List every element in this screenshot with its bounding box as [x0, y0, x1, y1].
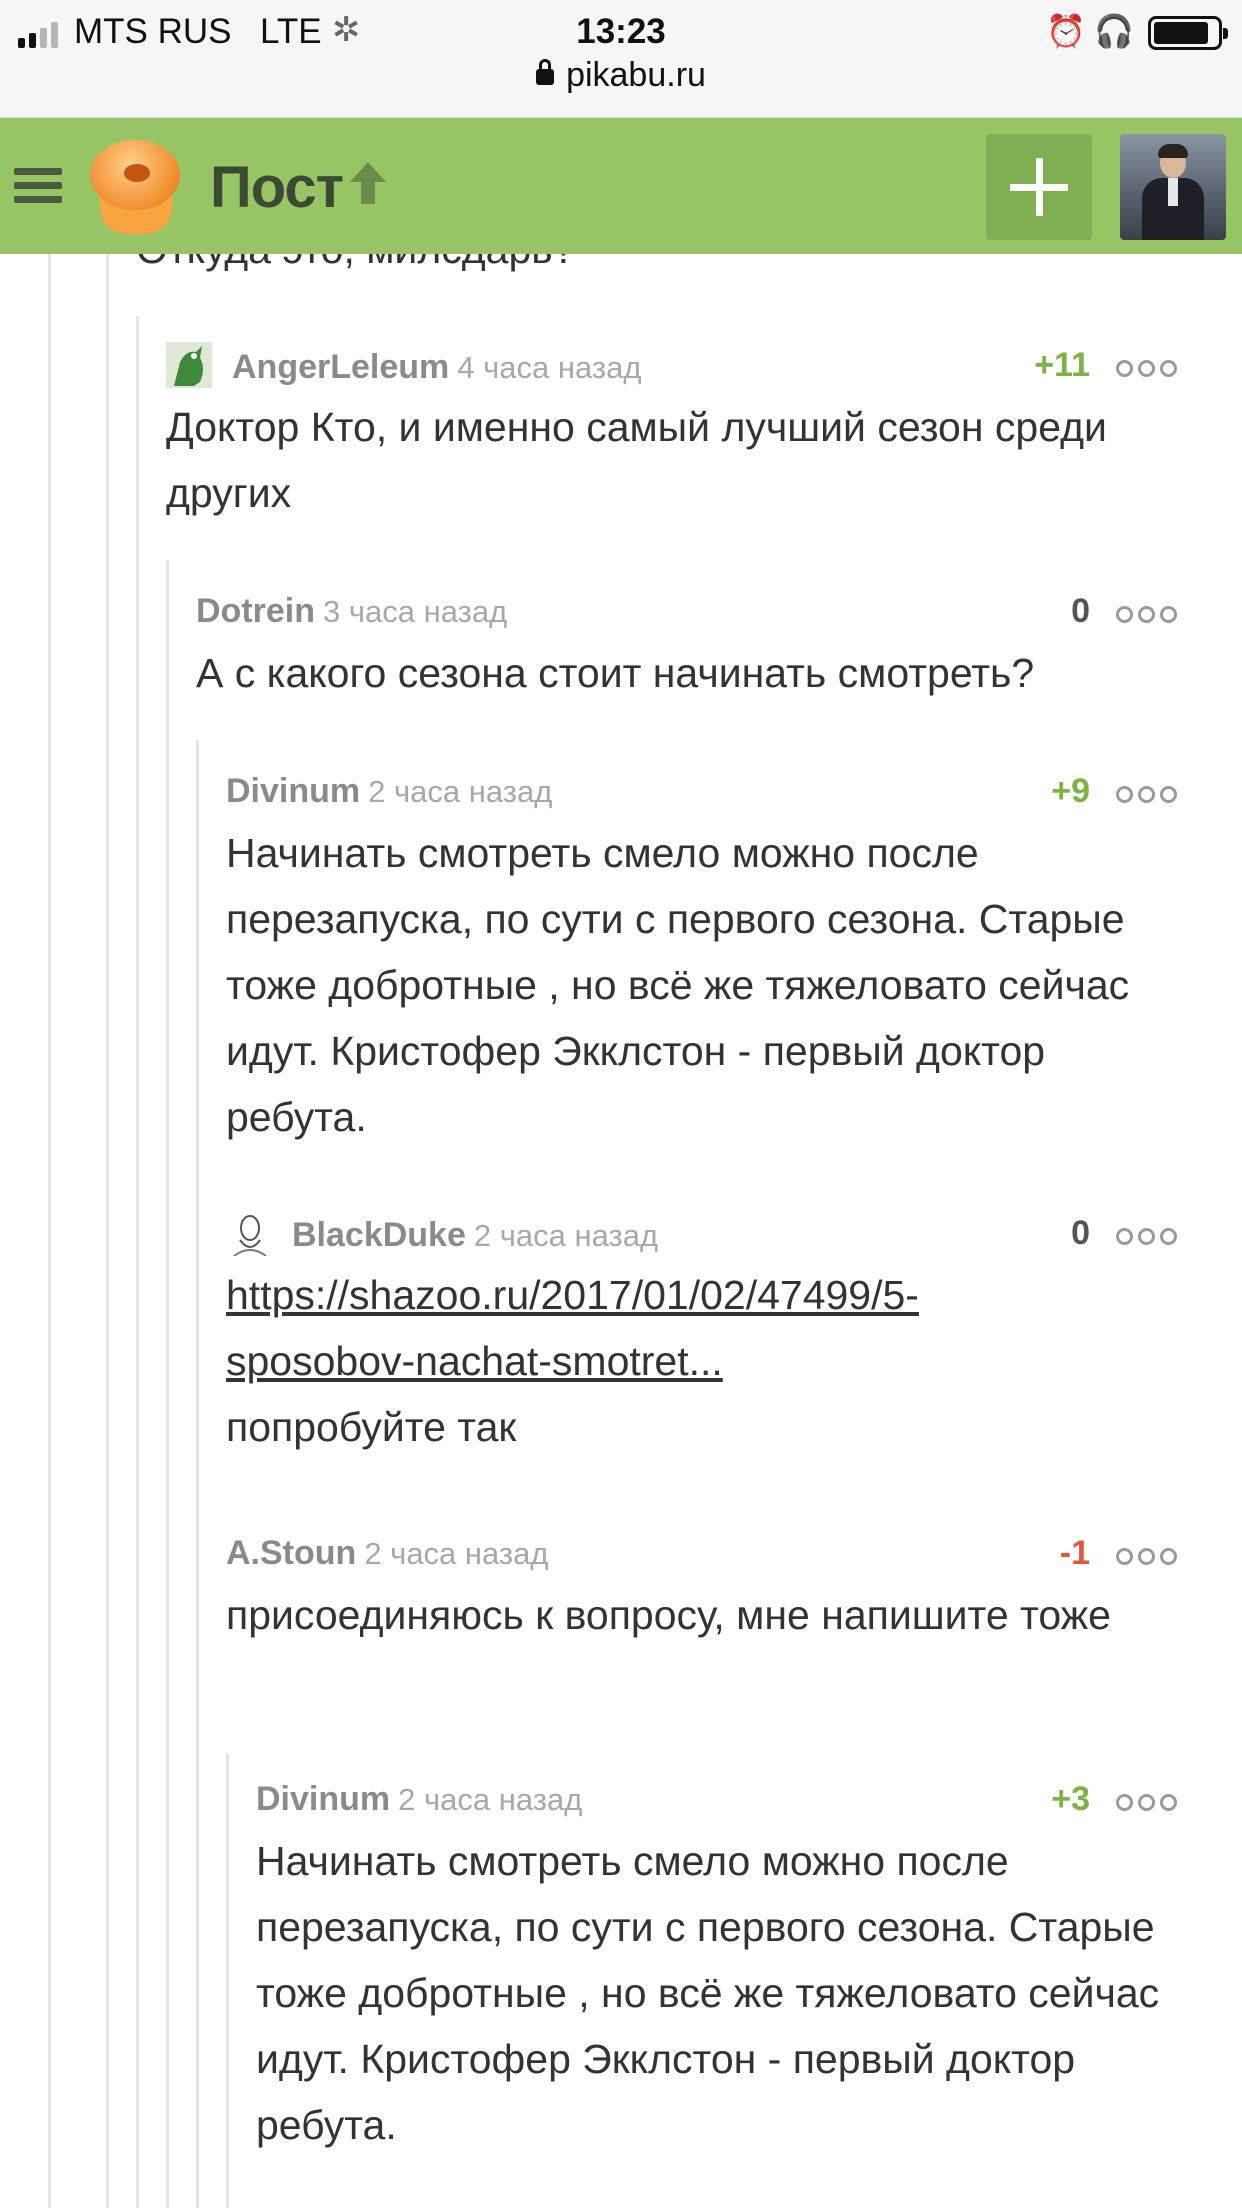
comment-author[interactable]: Dotrein — [196, 592, 315, 630]
page-title: Пост — [210, 155, 344, 220]
comment: AngerLeleum 4 часа назад +11 Доктор Кто, … — [166, 342, 1177, 526]
comment: Dotrein 3 часа назад 0 А с какого сезона … — [196, 592, 1177, 706]
comment-time: 2 часа назад — [368, 774, 553, 809]
pikabu-logo[interactable] — [86, 140, 184, 236]
thread-line — [136, 316, 139, 2208]
comment-text: Начинать смотреть смело можно после пере… — [226, 830, 1130, 1140]
comment-author[interactable]: AngerLeleum — [232, 348, 449, 386]
address-bar[interactable]: pikabu.ru — [0, 56, 1242, 95]
comment-link[interactable]: https://shazoo.ru/2017/01/02/47499/5- spo… — [226, 1272, 919, 1384]
comment: A.Stoun 2 часа назад -1 присоединяюсь к в… — [226, 1534, 1186, 1648]
link-line-2: sposobov-nachat-smotret... — [226, 1338, 723, 1384]
comments-thread: Откуда это, милсдарь? AngerLeleum4 часа … — [0, 254, 1242, 2208]
comment-author[interactable]: Divinum — [226, 772, 360, 810]
comment-author[interactable]: A.Stoun — [226, 1534, 356, 1572]
site-header: Пост — [0, 118, 1242, 254]
comment-rating: +9 — [1051, 772, 1090, 810]
user-avatar[interactable] — [1120, 134, 1226, 240]
commenter-avatar[interactable] — [166, 342, 212, 388]
more-options-icon[interactable] — [1116, 1794, 1177, 1811]
comment-time: 4 часа назад — [457, 349, 642, 385]
more-options-icon[interactable] — [1116, 360, 1177, 377]
comment: BlackDuke 2 часа назад 0 https://shazoo.r… — [226, 1210, 1186, 1460]
comment-text: Начинать смотреть смело можно после пере… — [256, 1838, 1160, 2148]
previous-comment-text: Откуда это, милсдарь? — [136, 254, 575, 273]
comment-text: попробуйте так — [226, 1404, 517, 1450]
comment-time: 2 часа назад — [473, 1217, 659, 1253]
comment-rating: -1 — [1059, 1534, 1090, 1572]
comment-text: присоединяюсь к вопросу, мне напишите то… — [226, 1592, 1111, 1638]
comment: Divinum 2 часа назад +9 Начинать смотреть… — [226, 772, 1186, 1150]
link-line-1: https://shazoo.ru/2017/01/02/47499/5- — [226, 1272, 919, 1318]
comment-author[interactable]: BlackDuke — [292, 1216, 466, 1254]
more-options-icon[interactable] — [1116, 1548, 1177, 1565]
thread-line — [48, 254, 51, 2208]
battery-icon — [1148, 16, 1228, 50]
more-options-icon[interactable] — [1116, 786, 1177, 803]
comment-time: 2 часа назад — [398, 1782, 583, 1817]
thread-line — [106, 254, 109, 2208]
comment-author[interactable]: Divinum — [256, 1780, 390, 1818]
arrow-up-icon[interactable] — [346, 158, 390, 208]
thread-line — [226, 1754, 229, 2208]
menu-icon[interactable] — [14, 168, 62, 204]
comment-rating: +11 — [1034, 346, 1090, 384]
url-text: pikabu.ru — [566, 56, 706, 94]
add-post-button[interactable] — [986, 134, 1092, 240]
comment-rating: +3 — [1051, 1780, 1090, 1818]
alarm-icon: ⏰ — [1046, 13, 1086, 49]
comment-text: А с какого сезона стоит начинать смотрет… — [196, 650, 1035, 696]
comment-rating: 0 — [1071, 592, 1090, 630]
comment: Divinum 2 часа назад +3 Начинать смотреть… — [256, 1780, 1186, 2158]
comment-text: Доктор Кто, и именно самый лучший сезон … — [166, 404, 1107, 516]
commenter-avatar[interactable] — [226, 1210, 272, 1256]
lock-icon — [536, 59, 555, 85]
headphones-icon: 🎧 — [1094, 13, 1134, 49]
more-options-icon[interactable] — [1116, 1228, 1177, 1245]
more-options-icon[interactable] — [1116, 606, 1177, 623]
status-bar: MTS RUS LTE ✲ 13:23 ⏰ 🎧 pikabu.ru — [0, 0, 1242, 118]
comment-time: 2 часа назад — [364, 1536, 549, 1571]
comment-rating: 0 — [1071, 1214, 1090, 1252]
comment-time: 3 часа назад — [323, 594, 508, 629]
thread-line — [196, 740, 199, 2208]
thread-line — [166, 560, 169, 2208]
